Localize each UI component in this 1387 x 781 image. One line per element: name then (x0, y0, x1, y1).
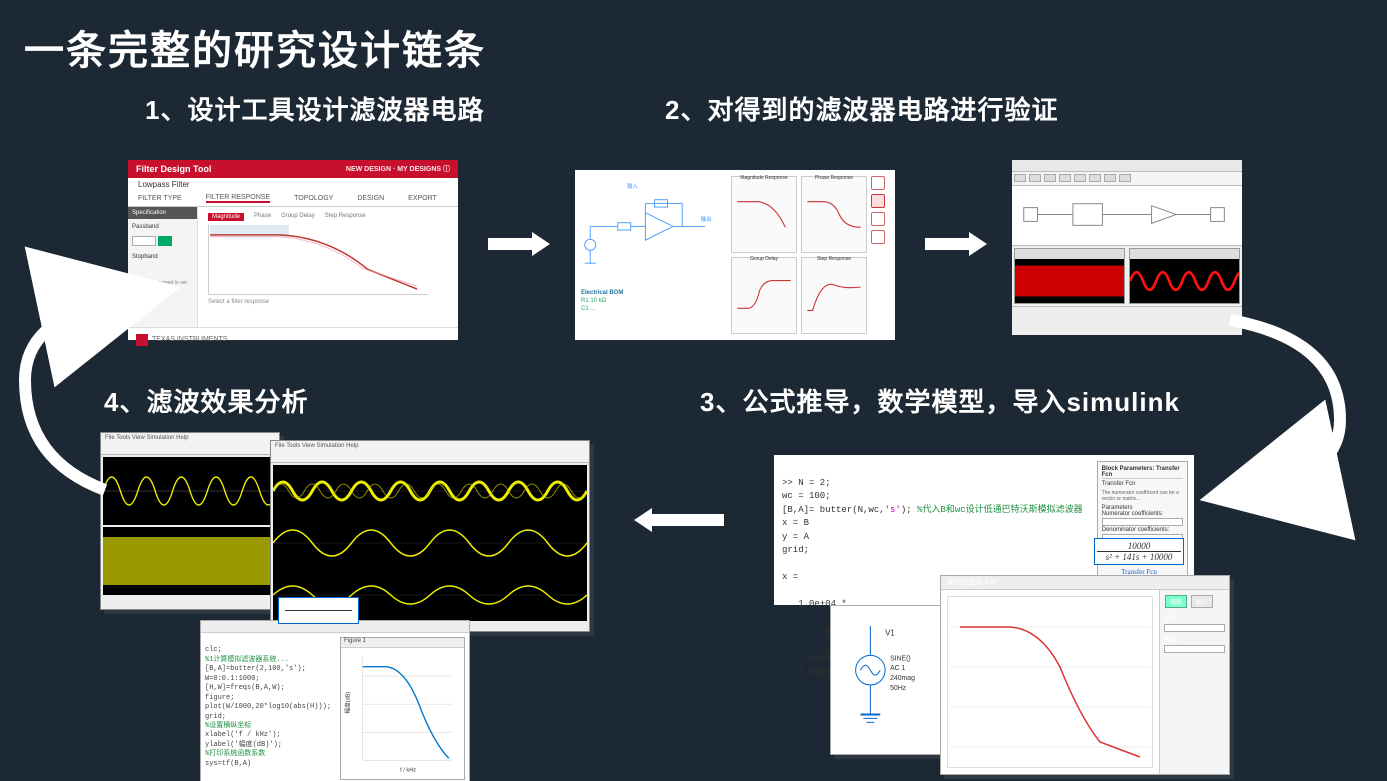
scope-output (1129, 248, 1240, 304)
resp-magnitude: Magnitude Response (731, 176, 797, 253)
step-1-title: 1、设计工具设计滤波器电路 (145, 90, 484, 127)
step-2-title: 2、对得到的滤波器电路进行验证 (665, 90, 1058, 127)
svg-text:240mag: 240mag (890, 675, 915, 682)
step-4b-figure: clc; %1计算模拟滤波器系统... [B,A]=butter(2,100,'… (200, 620, 470, 781)
step-3b-figure-group: V1 SINE() AC 1 240mag 50Hz 波特图低通-100° (830, 575, 1240, 781)
bode-plot-window: 波特图低通-100° 幅度 相位 实际: 理想: (940, 575, 1230, 775)
s1-app-actions: NEW DESIGN · MY DESIGNS ⓘ (346, 164, 450, 174)
svg-text:f / kHz: f / kHz (400, 768, 416, 774)
arrow-step3-to-step4 (634, 508, 724, 532)
arrow-step4-to-step1 (10, 290, 150, 500)
svg-text:AC 1: AC 1 (890, 665, 905, 672)
arrow-step1-to-step2 (488, 232, 550, 256)
resp-phase: Phase Response (801, 176, 867, 253)
s1-subtitle: Lowpass Filter (128, 178, 458, 191)
matlab-editor: clc; %1计算模拟滤波器系统... [B,A]=butter(2,100,'… (201, 633, 336, 781)
step-4a-figure-group: File Tools View Simulation Help File Too… (100, 432, 590, 632)
step-2a-figure: 输入 输出 Electrical BOM R1 10 kΩ C1 ... (575, 170, 895, 340)
opamp-circuit-icon: 输入 输出 (581, 176, 719, 286)
step-2b-figure (1012, 160, 1242, 335)
step-3-title: 3、公式推导，数学模型，导入simulink (700, 382, 1180, 419)
slide-title: 一条完整的研究设计链条 (24, 18, 486, 76)
svg-text:50Hz: 50Hz (890, 685, 907, 692)
svg-text:输入: 输入 (627, 182, 639, 190)
s1-plot: Magnitude Phase Group Delay Step Respons… (198, 207, 458, 327)
arrow-step2a-to-step2b (925, 232, 987, 256)
resp-groupdelay: Group Delay (731, 257, 797, 334)
scope-input (1014, 248, 1125, 304)
s1-footer: TEXAS INSTRUMENTS (128, 327, 458, 351)
resp-side-buttons (871, 176, 889, 334)
matlab-figure-window: Figure 1 f / kHz 幅度(dB) (340, 637, 465, 780)
svg-text:V1: V1 (885, 629, 895, 638)
svg-text:输出: 输出 (701, 215, 712, 223)
s1-tabs: FILTER TYPE FILTER RESPONSE TOPOLOGY DES… (128, 191, 458, 207)
sim-canvas-icon (1012, 186, 1242, 245)
arrow-step2-to-step3 (1210, 300, 1380, 500)
bode-magnitude-curve (947, 596, 1153, 768)
step-1-figure: Filter Design Tool NEW DESIGN · MY DESIG… (128, 160, 458, 340)
transfer-fcn-block: 10000 s² + 141s + 10000 Transfer Fcn (1094, 538, 1184, 565)
svg-text:幅度(dB): 幅度(dB) (344, 692, 352, 714)
s1-app-title: Filter Design Tool (136, 164, 211, 174)
s1-magnitude-curve (208, 225, 428, 295)
svg-text:SINE(): SINE() (890, 655, 911, 662)
tf-block-small: 10000 s² + 141s + 10000 (278, 597, 359, 624)
resp-step: Step Response (801, 257, 867, 334)
